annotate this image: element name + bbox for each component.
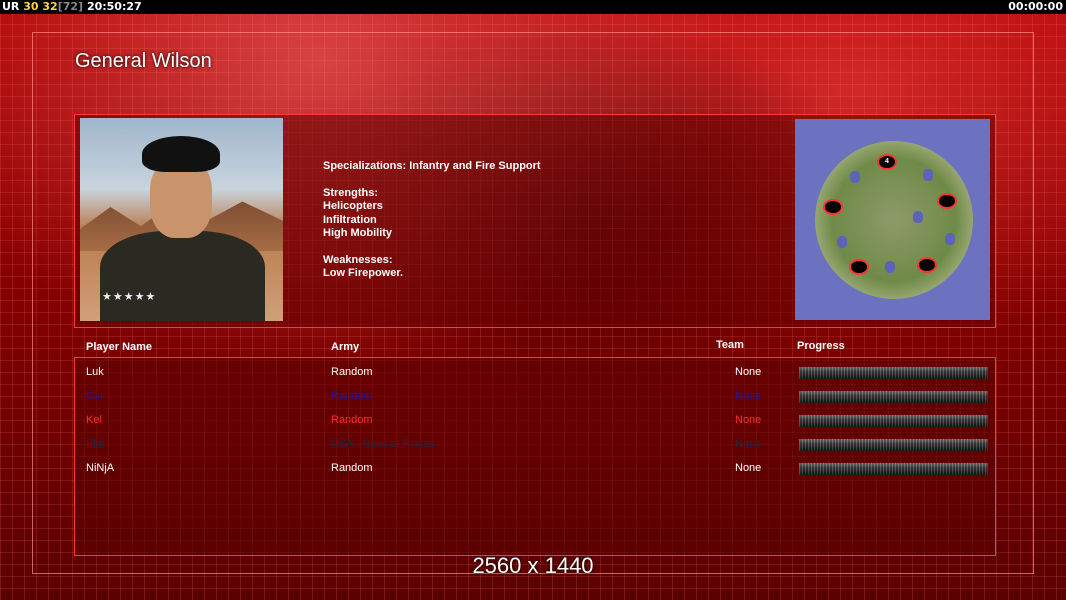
map-lake — [850, 171, 860, 183]
player-name-cell: NiNjA — [86, 462, 115, 474]
fps-value-a: 30 — [23, 0, 39, 13]
army-cell: USA - Special Forces — [331, 438, 436, 450]
status-overlay: UR 30 32[72] 20:50:27 00:00:00 — [0, 0, 1066, 14]
load-progress-bar — [799, 439, 988, 451]
map-lake — [913, 211, 923, 223]
portrait-beret — [142, 136, 220, 172]
team-cell: None — [735, 366, 762, 378]
load-progress-bar — [799, 415, 988, 427]
start-position-marker — [823, 199, 843, 215]
map-lake — [945, 233, 955, 245]
table-row[interactable]: Luk Random None — [75, 364, 995, 382]
army-cell: Random — [331, 462, 373, 474]
column-header-progress: Progress — [797, 340, 845, 352]
table-row[interactable]: NiNjA Random None — [75, 460, 995, 478]
strengths-title: Strengths: — [323, 186, 378, 199]
rank-stars-icon: ★★★★★ — [102, 291, 157, 303]
player-name-cell: Cor — [86, 390, 104, 402]
table-row[interactable]: Kel Random None — [75, 412, 995, 430]
team-cell: None — [735, 390, 762, 402]
fps-bracket-value: [72] — [57, 0, 84, 13]
load-progress-bar — [799, 463, 988, 475]
start-position-marker: 4 — [877, 154, 897, 170]
player-list: Luk Random None Cor Random None Kel Random None P… — [74, 357, 996, 556]
strength-item: High Mobility — [323, 227, 393, 239]
map-lake — [885, 261, 895, 273]
general-description: Specializations: Infantry and Fire Suppo… — [323, 160, 541, 281]
start-position-marker — [849, 259, 869, 275]
map-lake — [837, 236, 847, 248]
general-name: General Wilson — [75, 50, 212, 72]
team-cell: None — [735, 414, 762, 426]
ur-label: UR — [2, 0, 20, 13]
column-header-army: Army — [331, 341, 360, 353]
column-header-team: Team — [716, 339, 744, 351]
weakness-item: Low Firepower. — [323, 267, 404, 279]
player-name-cell: Phil — [86, 438, 105, 450]
load-progress-bar — [799, 367, 988, 379]
system-clock: 20:50:27 — [86, 0, 142, 13]
strength-item: Infiltration — [323, 213, 377, 226]
fps-value-b: 32 — [42, 0, 58, 13]
column-header-player: Player Name — [86, 341, 153, 353]
portrait-uniform — [100, 231, 265, 321]
army-cell: Random — [331, 390, 373, 402]
team-cell: None — [735, 462, 762, 474]
player-name-cell: Kel — [86, 414, 102, 426]
start-position-marker — [917, 257, 937, 273]
team-cell: None — [735, 438, 762, 450]
table-row[interactable]: Cor Random None — [75, 388, 995, 406]
strength-item: Helicopters — [323, 200, 383, 212]
fps-readout: UR 30 32[72] 20:50:27 — [2, 0, 142, 14]
specializations-text: Specializations: Infantry and Fire Suppo… — [323, 160, 541, 172]
map-lake — [923, 169, 933, 181]
load-progress-bar — [799, 391, 988, 403]
general-portrait: ★★★★★ — [80, 118, 283, 321]
army-cell: Random — [331, 414, 373, 426]
weaknesses-title: Weaknesses: — [323, 253, 393, 266]
table-row[interactable]: Phil USA - Special Forces None — [75, 436, 995, 454]
game-time: 00:00:00 — [1008, 0, 1063, 13]
player-name-cell: Luk — [86, 366, 104, 378]
resolution-label: 2560 x 1440 — [472, 553, 594, 578]
map-preview: 4 — [795, 119, 990, 320]
army-cell: Random — [331, 366, 373, 378]
start-position-marker — [937, 193, 957, 209]
